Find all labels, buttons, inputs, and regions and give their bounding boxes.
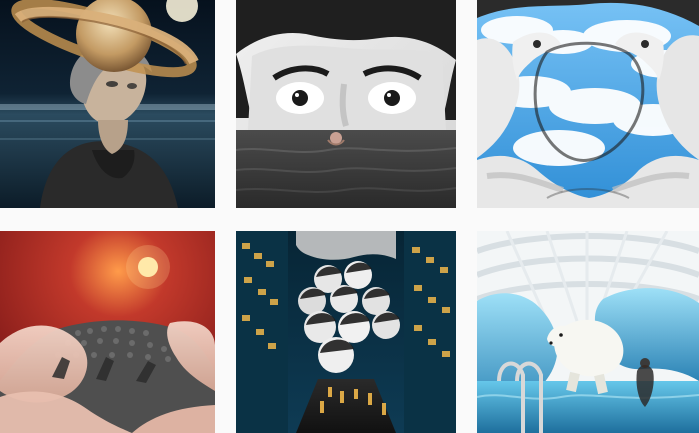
grid-tile-children-city[interactable] (236, 231, 456, 433)
grid-tile-red-sky-crowd[interactable] (0, 231, 215, 433)
children-city-image (236, 231, 456, 433)
grid-tile-eyes-over-sea[interactable] (236, 0, 456, 208)
red-sky-crowd-image (0, 231, 215, 433)
grid-tile-sky-face[interactable] (477, 0, 699, 208)
polar-bear-image (477, 231, 699, 433)
saturn-woman-image (0, 0, 215, 208)
sky-face-image (477, 0, 699, 208)
eyes-over-sea-image (236, 0, 456, 208)
image-grid (0, 0, 699, 433)
grid-tile-saturn-woman[interactable] (0, 0, 215, 208)
grid-tile-polar-bear[interactable] (477, 231, 699, 433)
